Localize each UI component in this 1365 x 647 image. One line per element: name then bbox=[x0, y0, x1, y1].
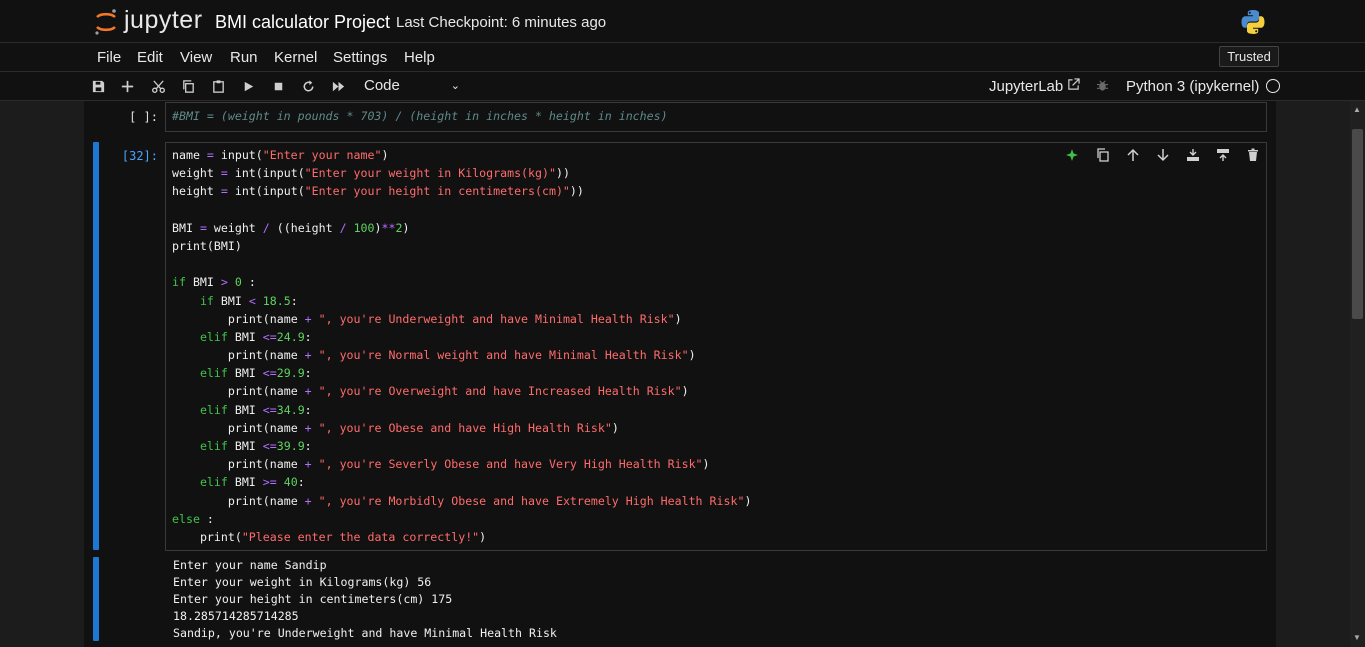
vertical-scrollbar[interactable]: ▲ ▼ bbox=[1350, 101, 1365, 647]
move-up-icon[interactable] bbox=[1124, 146, 1142, 164]
python-logo-icon bbox=[1241, 10, 1265, 34]
menu-file[interactable]: File bbox=[97, 49, 121, 66]
output-line: Enter your name Sandip bbox=[173, 558, 327, 572]
sparkle-icon[interactable] bbox=[1063, 146, 1081, 164]
insert-below-icon[interactable] bbox=[1214, 146, 1232, 164]
paste-icon[interactable] bbox=[208, 76, 228, 96]
cell-prompt: [32]: bbox=[121, 149, 158, 163]
delete-icon[interactable] bbox=[1244, 146, 1262, 164]
output-selection-bar[interactable] bbox=[93, 557, 99, 641]
chevron-down-icon: ⌄ bbox=[450, 80, 460, 92]
save-icon[interactable] bbox=[88, 76, 108, 96]
code-line: weight = int(input("Enter your weight in… bbox=[172, 166, 570, 181]
code-line: name = input("Enter your name") bbox=[172, 148, 389, 162]
menu-settings[interactable]: Settings bbox=[333, 49, 387, 66]
trusted-badge[interactable]: Trusted bbox=[1219, 46, 1279, 67]
code-line: print(BMI) bbox=[172, 238, 242, 253]
code-line: if BMI < 18.5: bbox=[199, 293, 298, 308]
duplicate-icon[interactable] bbox=[1094, 146, 1112, 164]
code-line: elif BMI >= 40: bbox=[199, 475, 305, 490]
code-line: print(name + ", you're Obese and have Hi… bbox=[227, 420, 619, 435]
output-line: Enter your weight in Kilograms(kg) 56 bbox=[173, 575, 432, 589]
code-line: elif BMI <=29.9: bbox=[199, 366, 312, 381]
code-line: elif BMI <=24.9: bbox=[199, 329, 312, 344]
add-cell-icon[interactable] bbox=[117, 76, 137, 96]
debugger-bug-icon[interactable] bbox=[1096, 79, 1109, 92]
copy-icon[interactable] bbox=[178, 76, 198, 96]
external-link-icon[interactable] bbox=[1067, 78, 1080, 91]
code-line: print(name + ", you're Overweight and ha… bbox=[227, 384, 689, 399]
code-line: BMI = weight / ((height / 100)**2) bbox=[172, 220, 410, 235]
code-line: print("Please enter the data correctly!"… bbox=[199, 529, 487, 544]
code-line: print(name + ", you're Normal weight and… bbox=[227, 348, 696, 363]
jupyterlab-link[interactable]: JupyterLab bbox=[989, 78, 1063, 95]
output-line: 18.285714285714285 bbox=[173, 609, 299, 623]
scrollbar-thumb[interactable] bbox=[1352, 129, 1363, 319]
cell-output: Enter your name Sandip Enter your weight … bbox=[173, 557, 557, 642]
cell-type-value: Code bbox=[364, 77, 400, 94]
stop-icon[interactable] bbox=[268, 76, 288, 96]
code-comment: #BMI = (weight in pounds * 703) / (heigh… bbox=[172, 109, 668, 123]
restart-icon[interactable] bbox=[298, 76, 318, 96]
right-gutter bbox=[1276, 101, 1350, 647]
menu-edit[interactable]: Edit bbox=[137, 49, 163, 66]
menu-bar: File Edit View Run Kernel Settings Help … bbox=[0, 43, 1365, 72]
scroll-down-arrow-icon[interactable]: ▼ bbox=[1353, 633, 1361, 642]
output-line: Enter your height in centimeters(cm) 175 bbox=[173, 592, 453, 606]
code-line: height = int(input("Enter your height in… bbox=[172, 184, 584, 199]
code-line: else : bbox=[172, 511, 214, 526]
code-line: print(name + ", you're Morbidly Obese an… bbox=[227, 493, 752, 508]
menu-run[interactable]: Run bbox=[230, 49, 258, 66]
jupyter-logo-text: jupyter bbox=[124, 6, 203, 34]
run-icon[interactable] bbox=[238, 76, 258, 96]
menu-view[interactable]: View bbox=[180, 49, 212, 66]
kernel-name[interactable]: Python 3 (ipykernel) bbox=[1126, 78, 1259, 95]
code-line: if BMI > 0 : bbox=[172, 275, 256, 290]
checkpoint-status: Last Checkpoint: 6 minutes ago bbox=[396, 14, 607, 31]
code-line: elif BMI <=34.9: bbox=[199, 402, 312, 417]
output-line: Sandip, you're Underweight and have Mini… bbox=[173, 626, 557, 640]
top-bar: jupyter BMI calculator Project Last Chec… bbox=[0, 0, 1365, 43]
cell-selection-bar[interactable] bbox=[93, 142, 99, 550]
move-down-icon[interactable] bbox=[1154, 146, 1172, 164]
cell-prompt: [ ]: bbox=[129, 110, 158, 124]
code-line: elif BMI <=39.9: bbox=[199, 439, 312, 453]
left-gutter bbox=[0, 101, 84, 647]
code-line: print(name + ", you're Severly Obese and… bbox=[227, 457, 710, 472]
cell-type-select[interactable]: Code ⌄ bbox=[356, 75, 464, 97]
menu-kernel[interactable]: Kernel bbox=[274, 49, 317, 66]
menu-help[interactable]: Help bbox=[404, 49, 435, 66]
cut-icon[interactable] bbox=[148, 76, 168, 96]
scroll-up-arrow-icon[interactable]: ▲ bbox=[1353, 105, 1361, 114]
code-source[interactable]: name = input("Enter your name") weight = … bbox=[172, 146, 751, 546]
jupyter-logo-icon[interactable] bbox=[94, 8, 118, 36]
insert-above-icon[interactable] bbox=[1184, 146, 1202, 164]
fast-forward-icon[interactable] bbox=[328, 76, 348, 96]
code-line: print(name + ", you're Underweight and h… bbox=[227, 311, 682, 326]
notebook-toolbar: Code ⌄ JupyterLab Python 3 (ipykernel) bbox=[0, 72, 1365, 101]
notebook-title[interactable]: BMI calculator Project bbox=[215, 12, 390, 33]
kernel-status-icon bbox=[1266, 79, 1280, 93]
